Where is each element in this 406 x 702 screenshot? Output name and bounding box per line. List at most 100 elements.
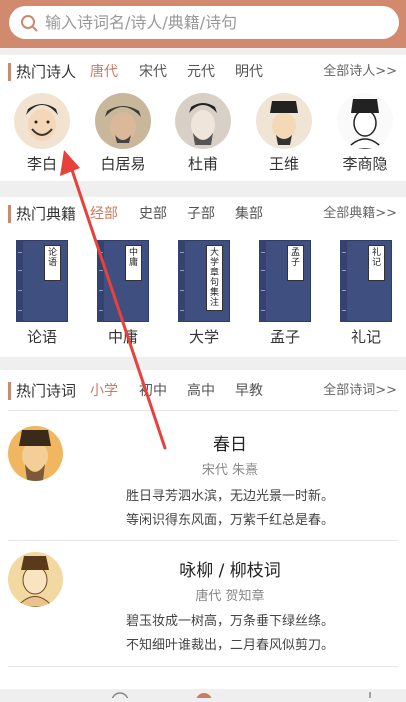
book-stitch [18,290,22,291]
poem-line: 不知细叶谁裁出，二月春风似剪刀。 [125,638,334,653]
top-bar [0,0,406,48]
poet-name: 李商隐 [342,155,388,173]
tab-shi[interactable]: 史部 [139,205,167,223]
book-stitch [261,252,265,253]
poem-line: 等闲识得东风面，万紫千红总是春。 [125,513,334,528]
book-name: 大学 [188,328,219,346]
book-cover: 礼记 [340,240,392,322]
book-cover: 孟子 [259,240,311,322]
book-cover-label: 孟子 [287,245,304,281]
poet-name: 王维 [268,155,299,173]
book-item-zhongyong[interactable]: 中庸 中庸 [93,240,153,346]
book-stitch [99,270,103,271]
poet-item-du-fu[interactable]: 杜甫 [163,93,243,173]
poem-title: 咏柳 / 柳枝词 [179,561,281,581]
tab-song[interactable]: 宋代 [139,63,167,81]
poem-author: 宋代 朱熹 [201,463,259,478]
book-item-liji[interactable]: 礼记 礼记 [336,240,396,346]
tab-primary[interactable]: 小学 [90,382,118,400]
all-classics-link[interactable]: 全部典籍>> [323,205,397,223]
poem-line: 碧玉妆成一树高，万条垂下绿丝绦。 [125,614,334,629]
book-name: 礼记 [350,328,381,346]
book-stitch [99,310,103,311]
avatar [14,93,70,149]
book-cover: 中庸 [97,240,149,322]
book-stitch [261,290,265,291]
poet-name: 杜甫 [187,155,218,173]
search-input[interactable] [45,6,385,39]
bottom-tab-icons [111,692,371,702]
book-stitch [180,252,184,253]
book-item-mengzi[interactable]: 孟子 孟子 [255,240,315,346]
book-stitch [18,270,22,271]
book-cover-label: 礼记 [368,245,385,281]
tab-tang[interactable]: 唐代 [90,63,118,81]
book-stitch [342,252,346,253]
avatar [256,93,312,149]
poem-item-yongliu[interactable]: 咏柳 / 柳枝词 唐代 贺知章 碧玉妆成一树高，万条垂下绿丝绦。 不知细叶谁裁出… [0,542,406,662]
hot-poets-header: 热门诗人 唐代 宋代 元代 明代 全部诗人>> [0,55,406,89]
poem-author-avatar [8,426,63,481]
tab-zi[interactable]: 子部 [187,205,215,223]
book-stitch [99,252,103,253]
avatar [175,93,231,149]
book-cover: 大学章句集注 [178,240,230,322]
book-name: 中庸 [107,328,138,346]
accent-bar [8,205,11,223]
poem-author: 唐代 贺知章 [195,589,265,604]
poem-author-avatar [8,552,63,607]
hot-poets-title: 热门诗人 [16,63,77,81]
book-stitch [180,310,184,311]
hot-classics-header: 热门典籍 经部 史部 子部 集部 全部典籍>> [0,197,406,231]
tab-senior[interactable]: 高中 [187,382,215,400]
book-item-lunyu[interactable]: 论语 论语 [12,240,72,346]
accent-bar [8,63,11,81]
poem-line: 胜日寻芳泗水滨，无边光景一时新。 [125,489,334,504]
all-poems-link[interactable]: 全部诗词>> [323,382,397,400]
book-cover-label: 论语 [44,245,61,281]
divider [8,540,398,541]
hot-classics-title: 热门典籍 [16,205,77,223]
divider [8,410,398,411]
book-stitch [18,252,22,253]
search-box[interactable] [9,6,399,39]
book-name: 孟子 [269,328,300,346]
tab-early[interactable]: 早教 [235,382,263,400]
poem-item-chunri[interactable]: 春日 宋代 朱熹 胜日寻芳泗水滨，无边光景一时新。 等闲识得东风面，万紫千红总是… [0,415,406,535]
book-cover-label: 中庸 [125,245,142,281]
book-stitch [342,310,346,311]
hot-classics-section: 热门典籍 经部 史部 子部 集部 全部典籍>> 论语 论语 中庸 中庸 大学章句… [0,197,406,357]
book-cover-label: 大学章句集注 [206,245,223,311]
book-stitch [180,290,184,291]
poet-name: 李白 [26,155,57,173]
poet-item-li-bai[interactable]: 李白 [2,93,82,173]
poet-item-li-shangyin[interactable]: 李商隐 [325,93,405,173]
tab-ji[interactable]: 集部 [235,205,263,223]
tab-jing[interactable]: 经部 [90,205,118,223]
book-stitch [261,310,265,311]
book-stitch [342,270,346,271]
bottom-tab-bar-peek [0,683,406,702]
avatar [337,93,393,149]
poet-name: 白居易 [100,155,146,173]
tab-ming[interactable]: 明代 [235,63,263,81]
divider [8,666,398,667]
hot-poems-title: 热门诗词 [16,382,77,400]
all-poets-link[interactable]: 全部诗人>> [323,63,397,81]
accent-bar [8,382,11,400]
poet-item-bai-juyi[interactable]: 白居易 [83,93,163,173]
poem-title: 春日 [213,435,247,455]
hot-poems-header: 热门诗词 小学 初中 高中 早教 全部诗词>> [0,374,406,408]
book-stitch [180,270,184,271]
book-cover: 论语 [16,240,68,322]
book-stitch [99,290,103,291]
tab-junior[interactable]: 初中 [139,382,167,400]
book-name: 论语 [26,328,57,346]
hot-poems-section: 热门诗词 小学 初中 高中 早教 全部诗词>> 春日 宋代 朱熹 胜日寻芳泗水滨… [0,370,406,689]
tab-yuan[interactable]: 元代 [187,63,215,81]
avatar [95,93,151,149]
book-stitch [18,310,22,311]
book-item-daxue[interactable]: 大学章句集注 大学 [174,240,234,346]
poet-item-wang-wei[interactable]: 王维 [244,93,324,173]
book-stitch [261,270,265,271]
